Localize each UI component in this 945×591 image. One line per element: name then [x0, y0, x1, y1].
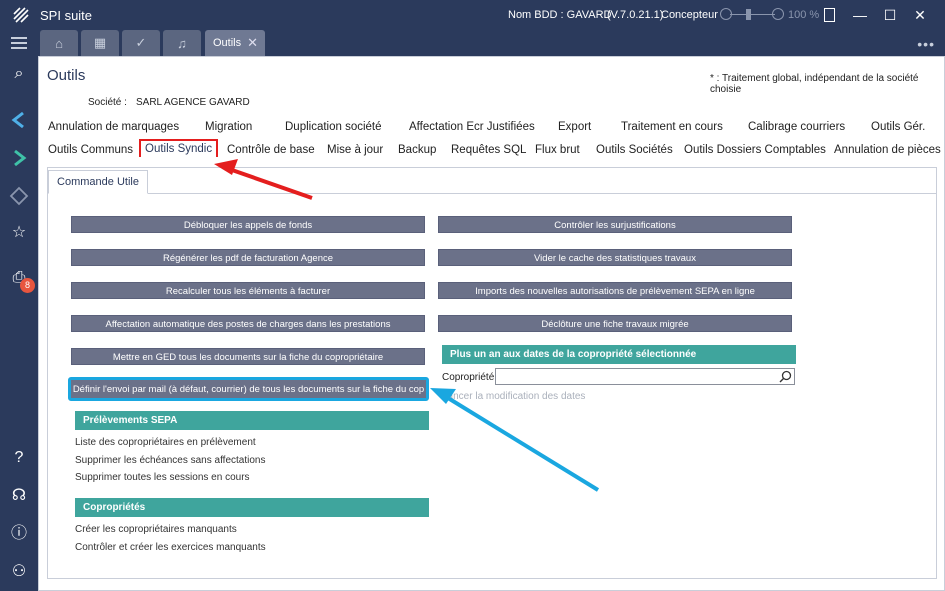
close-button[interactable]: ✕	[911, 6, 929, 24]
tab-duplication-societe[interactable]: Duplication société	[285, 121, 382, 133]
main-content: Outils * : Traitement global, indépendan…	[38, 56, 945, 591]
hamburger-menu-icon[interactable]	[11, 37, 27, 49]
tab-annulation-marquages[interactable]: Annulation de marquages	[48, 121, 179, 133]
mettre-en-ged-button[interactable]: Mettre en GED tous les documents sur la …	[71, 348, 425, 365]
affectation-auto-button[interactable]: Affectation automatique des postes de ch…	[71, 315, 425, 332]
regenerer-pdf-button[interactable]: Régénérer les pdf de facturation Agence	[71, 249, 425, 266]
societe-value: SARL AGENCE GAVARD	[136, 97, 250, 108]
supprimer-echeances-link[interactable]: Supprimer les échéances sans affectation…	[75, 455, 265, 466]
supprimer-sessions-link[interactable]: Supprimer toutes les sessions en cours	[75, 472, 250, 483]
tab-outils-dossiers-comptables[interactable]: Outils Dossiers Comptables	[684, 144, 826, 156]
check-tab-icon[interactable]: ✓	[122, 30, 160, 56]
page-title: Outils	[47, 67, 86, 84]
help-icon[interactable]: ?	[9, 448, 29, 468]
app-tab-bar: ⌂ ▦ ✓ ♫ Outils ✕ •••	[0, 30, 945, 56]
zoom-in-icon[interactable]	[772, 8, 784, 20]
tab-outils-ger[interactable]: Outils Gér.	[871, 121, 925, 133]
search-icon[interactable]: ⌕	[9, 64, 29, 84]
search-icon[interactable]	[779, 370, 792, 383]
decloture-fiche-button[interactable]: Déclôture une fiche travaux migrée	[438, 315, 792, 332]
tab-flux-brut[interactable]: Flux brut	[535, 144, 580, 156]
copropriete-input[interactable]	[495, 368, 795, 385]
tab-outils-label: Outils	[213, 37, 242, 49]
code-right-icon[interactable]	[9, 148, 29, 168]
more-options-icon[interactable]: •••	[917, 36, 935, 52]
societe-label: Société :	[88, 97, 127, 108]
zoom-slider[interactable]	[720, 8, 785, 22]
definir-envoi-mail-button[interactable]: Définir l'envoi par mail (à défaut, cour…	[68, 377, 429, 401]
recalculer-elements-button[interactable]: Recalculer tous les éléments à facturer	[71, 282, 425, 299]
tab-traitement-en-cours[interactable]: Traitement en cours	[621, 121, 723, 133]
tab-backup[interactable]: Backup	[398, 144, 436, 156]
imports-sepa-button[interactable]: Imports des nouvelles autorisations de p…	[438, 282, 792, 299]
tab-outils-communs[interactable]: Outils Communs	[48, 144, 133, 156]
user-role: Concepteur	[661, 9, 718, 21]
database-name: Nom BDD : GAVARD	[508, 9, 612, 21]
controler-surjustifications-button[interactable]: Contrôler les surjustifications	[438, 216, 792, 233]
tab-requetes-sql[interactable]: Requêtes SQL	[451, 144, 526, 156]
tab-annulation-pieces[interactable]: Annulation de pièces	[834, 144, 941, 156]
diamond-code-icon[interactable]	[9, 186, 29, 206]
document-icon[interactable]	[824, 8, 835, 22]
copro-dates-header: Plus un an aux dates de la copropriété s…	[442, 345, 796, 364]
headset-icon[interactable]: ☊	[9, 486, 29, 506]
lancer-modification-link[interactable]: Lancer la modification des dates	[442, 391, 585, 402]
sidebar: ⌕ ☆ ⎙ 8 ? ☊ ⓘ ⚇	[0, 56, 38, 591]
maximize-button[interactable]: ☐	[881, 6, 899, 24]
tab-controle-de-base[interactable]: Contrôle de base	[227, 144, 315, 156]
sepa-header: Prélèvements SEPA	[75, 411, 429, 430]
zoom-level: 100 %	[788, 9, 820, 21]
code-left-icon[interactable]	[9, 110, 29, 130]
minimize-button[interactable]: —	[851, 6, 869, 24]
home-tab-icon[interactable]: ⌂	[40, 30, 78, 56]
tab-mise-a-jour[interactable]: Mise à jour	[327, 144, 383, 156]
version-label: (V.7.0.21.1)	[607, 9, 664, 21]
app-logo-icon	[13, 7, 29, 23]
tab-outils-societes[interactable]: Outils Sociétés	[596, 144, 673, 156]
close-tab-icon[interactable]: ✕	[247, 30, 258, 56]
debloquer-appels-button[interactable]: Débloquer les appels de fonds	[71, 216, 425, 233]
calendar-tab-icon[interactable]: ▦	[81, 30, 119, 56]
tab-affectation-ecr[interactable]: Affectation Ecr Justifiées	[409, 121, 535, 133]
star-icon[interactable]: ☆	[9, 223, 29, 243]
user-icon[interactable]: ⚇	[9, 562, 29, 582]
tab-outils[interactable]: Outils ✕	[205, 30, 265, 56]
controler-exercices-link[interactable]: Contrôler et créer les exercices manquan…	[75, 542, 266, 553]
tab-commande-utile[interactable]: Commande Utile	[48, 170, 148, 194]
copropriete-label: Copropriété	[442, 372, 495, 383]
bell-tab-icon[interactable]: ♫	[163, 30, 201, 56]
title-bar: SPI suite Nom BDD : GAVARD (V.7.0.21.1) …	[0, 0, 945, 30]
tab-calibrage-courriers[interactable]: Calibrage courriers	[748, 121, 845, 133]
vider-cache-button[interactable]: Vider le cache des statistiques travaux	[438, 249, 792, 266]
zoom-knob[interactable]	[746, 9, 751, 20]
coproprietes-header: Copropriétés	[75, 498, 429, 517]
tab-outils-syndic[interactable]: Outils Syndic	[139, 139, 219, 157]
notification-badge: 8	[20, 278, 35, 293]
tab-export[interactable]: Export	[558, 121, 591, 133]
tab-migration[interactable]: Migration	[205, 121, 252, 133]
info-icon[interactable]: ⓘ	[9, 524, 29, 544]
creer-coproprietaires-link[interactable]: Créer les copropriétaires manquants	[75, 524, 237, 535]
liste-coproprietaires-link[interactable]: Liste des copropriétaires en prélèvement	[75, 437, 256, 448]
global-treatment-note: * : Traitement global, indépendant de la…	[710, 73, 919, 95]
app-title: SPI suite	[40, 8, 93, 23]
